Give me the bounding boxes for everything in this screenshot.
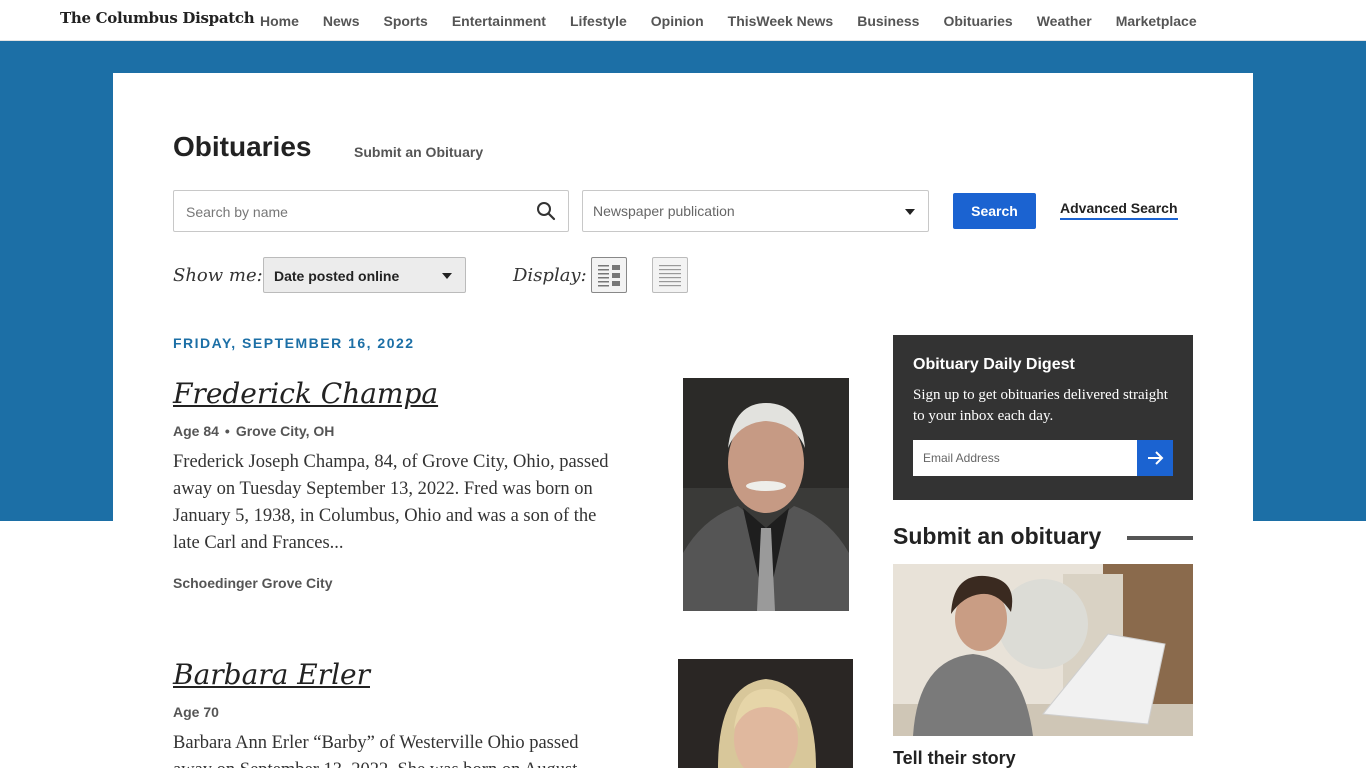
heading-rule bbox=[1127, 536, 1193, 540]
submit-obituary-link[interactable]: Submit an Obituary bbox=[354, 144, 483, 160]
nav-item-obituaries[interactable]: Obituaries bbox=[931, 13, 1024, 29]
nav-item-sports[interactable]: Sports bbox=[371, 13, 439, 29]
nav-item-news[interactable]: News bbox=[311, 13, 372, 29]
list-view-icon bbox=[659, 265, 681, 287]
nav-item-opinion[interactable]: Opinion bbox=[639, 13, 716, 29]
show-me-label: Show me: bbox=[173, 265, 263, 286]
nav-links: Home News Sports Entertainment Lifestyle… bbox=[248, 0, 1209, 41]
publication-select[interactable]: Newspaper publication bbox=[582, 190, 929, 232]
obit-age: Age 70 bbox=[173, 704, 219, 720]
separator-dot: • bbox=[224, 423, 230, 439]
nav-item-lifestyle[interactable]: Lifestyle bbox=[558, 13, 639, 29]
obit-photo[interactable] bbox=[678, 659, 853, 768]
email-field[interactable] bbox=[913, 440, 1137, 476]
email-submit-button[interactable] bbox=[1137, 440, 1173, 476]
publication-select-label: Newspaper publication bbox=[593, 203, 735, 219]
obit-name-link[interactable]: Frederick Champa bbox=[173, 377, 438, 410]
list-view-button[interactable] bbox=[652, 257, 688, 293]
sort-select-value: Date posted online bbox=[274, 268, 400, 284]
obit-funeral-home[interactable]: Schoedinger Grove City bbox=[173, 575, 332, 591]
grid-view-icon bbox=[598, 265, 620, 287]
search-icon[interactable] bbox=[536, 201, 556, 221]
advanced-search-link[interactable]: Advanced Search bbox=[1060, 200, 1178, 220]
display-label: Display: bbox=[513, 265, 587, 286]
obit-photo[interactable] bbox=[683, 378, 849, 611]
obit-meta: Age 84 • Grove City, OH bbox=[173, 423, 334, 439]
sort-select[interactable]: Date posted online bbox=[263, 257, 466, 293]
newsletter-title: Obituary Daily Digest bbox=[913, 356, 1075, 373]
date-header: FRIDAY, SEPTEMBER 16, 2022 bbox=[173, 335, 415, 351]
obit-name-link[interactable]: Barbara Erler bbox=[173, 658, 370, 691]
search-input[interactable] bbox=[186, 201, 506, 223]
submit-obituary-heading: Submit an obituary bbox=[893, 523, 1102, 549]
nav-item-marketplace[interactable]: Marketplace bbox=[1104, 13, 1209, 29]
chevron-down-icon bbox=[905, 209, 915, 215]
nav-item-thisweek-news[interactable]: ThisWeek News bbox=[716, 13, 846, 29]
nav-item-entertainment[interactable]: Entertainment bbox=[440, 13, 558, 29]
arrow-right-icon bbox=[1148, 451, 1164, 465]
tell-their-story-link[interactable]: Tell their story bbox=[893, 748, 1016, 768]
search-button[interactable]: Search bbox=[953, 193, 1036, 229]
grid-view-button[interactable] bbox=[591, 257, 627, 293]
nav-item-home[interactable]: Home bbox=[248, 13, 311, 29]
obit-meta: Age 70 bbox=[173, 704, 219, 720]
main-content: Obituaries Submit an Obituary Newspaper … bbox=[113, 73, 1253, 768]
obit-age: Age 84 bbox=[173, 423, 219, 439]
nav-item-business[interactable]: Business bbox=[845, 13, 931, 29]
top-nav: The Columbus Dispatch Home News Sports E… bbox=[0, 0, 1366, 41]
obit-excerpt: Barbara Ann Erler “Barby” of Westerville… bbox=[173, 733, 579, 768]
page-title: Obituaries bbox=[173, 131, 312, 162]
chevron-down-icon bbox=[442, 273, 452, 279]
nav-item-weather[interactable]: Weather bbox=[1025, 13, 1104, 29]
brand-logo[interactable]: The Columbus Dispatch bbox=[60, 9, 255, 27]
newsletter-signup: Obituary Daily Digest Sign up to get obi… bbox=[893, 335, 1193, 500]
submit-obituary-image[interactable] bbox=[893, 564, 1193, 736]
newsletter-description: Sign up to get obituaries delivered stra… bbox=[913, 387, 1168, 424]
obit-location: Grove City, OH bbox=[235, 423, 335, 439]
obit-excerpt: Frederick Joseph Champa, 84, of Grove Ci… bbox=[173, 452, 609, 553]
search-field bbox=[173, 190, 569, 232]
